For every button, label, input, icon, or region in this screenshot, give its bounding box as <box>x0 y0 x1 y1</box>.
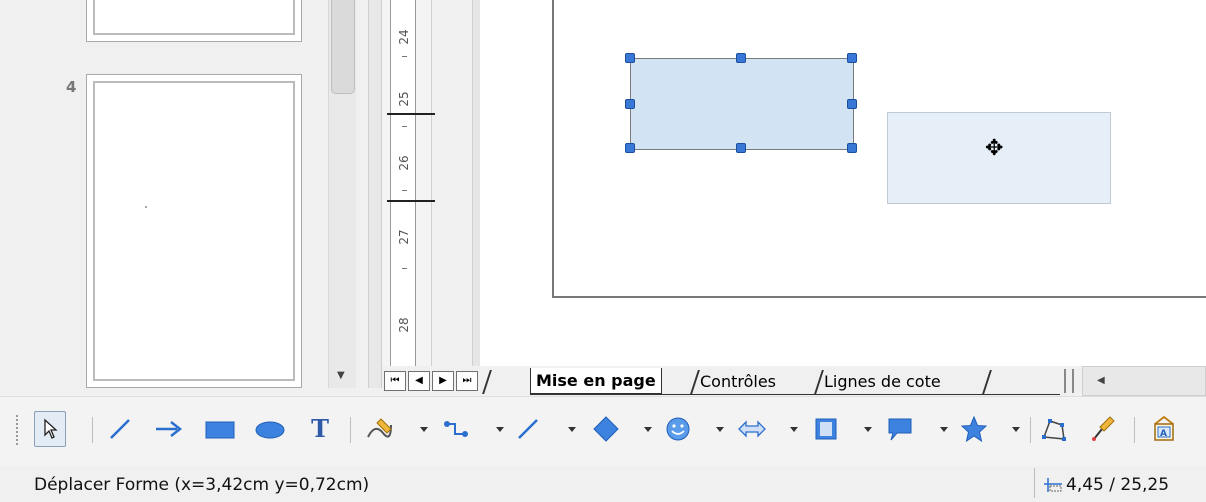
panel-splitter[interactable] <box>368 0 382 388</box>
points-icon[interactable] <box>1038 411 1070 447</box>
fontwork-icon[interactable]: A <box>1148 411 1180 447</box>
flowchart-icon[interactable] <box>810 411 842 447</box>
tab-controles[interactable]: Contrôles <box>700 370 776 394</box>
connector-icon[interactable] <box>440 411 472 447</box>
scrollbar-thumb[interactable] <box>331 0 355 94</box>
lines-arrows-icon[interactable] <box>512 411 544 447</box>
horizontal-scrollbar[interactable]: ◀ <box>1082 366 1206 396</box>
slide-number: 4 <box>66 78 77 96</box>
text-icon[interactable]: T <box>304 411 336 447</box>
vertical-ruler: 24 25 26 27 28 <box>382 0 435 366</box>
ruler-selection-end <box>387 200 435 202</box>
next-tab-icon[interactable]: ▶ <box>432 371 454 391</box>
ruler-label: 24 <box>397 29 411 45</box>
resize-handle[interactable] <box>736 143 746 153</box>
drawing-canvas[interactable]: ✥ <box>480 0 1206 366</box>
toolbar-grip-handle[interactable] <box>16 415 19 445</box>
ellipse-icon[interactable] <box>254 411 286 447</box>
slide-thumbnail-dot <box>145 206 147 208</box>
slide-thumbnail-4[interactable] <box>86 74 302 388</box>
ruler-selection-start <box>387 113 435 115</box>
stars-icon[interactable] <box>958 411 990 447</box>
status-action-text: Déplacer Forme (x=3,42cm y=0,72cm) <box>34 475 370 495</box>
line-icon[interactable] <box>104 411 136 447</box>
resize-handle[interactable] <box>625 53 635 63</box>
resize-handle[interactable] <box>847 99 857 109</box>
ruler-label: 26 <box>397 155 411 171</box>
slide-panel-scrollbar[interactable]: ▼ <box>328 0 356 388</box>
scroll-left-arrow-icon[interactable]: ◀ <box>1097 375 1105 386</box>
svg-text:A: A <box>1160 429 1167 439</box>
slide-panel: 4 ▼ <box>0 0 368 388</box>
resize-handle[interactable] <box>847 53 857 63</box>
resize-handle[interactable] <box>847 143 857 153</box>
size-position-icon <box>1044 477 1062 492</box>
prev-tab-icon[interactable]: ◀ <box>408 371 430 391</box>
resize-handle[interactable] <box>625 99 635 109</box>
ruler-label: 28 <box>397 317 411 333</box>
rectangle-icon[interactable] <box>204 411 236 447</box>
block-arrows-icon[interactable] <box>736 411 768 447</box>
curve-icon[interactable] <box>364 411 396 447</box>
scroll-down-arrow-icon[interactable]: ▼ <box>337 370 345 381</box>
status-size-text: 4,45 / 25,25 <box>1066 475 1170 495</box>
layer-tab-bar: ⏮ ◀ ▶ ⏭ Mise en page Contrôles Lignes de… <box>382 366 1206 396</box>
resize-handle[interactable] <box>736 53 746 63</box>
canvas-divider <box>472 0 480 366</box>
ruler-label: 27 <box>397 229 411 245</box>
glue-points-icon[interactable] <box>1086 411 1118 447</box>
status-bar: Déplacer Forme (x=3,42cm y=0,72cm) 4,45 … <box>0 466 1206 502</box>
resize-handle[interactable] <box>625 143 635 153</box>
selected-rectangle[interactable] <box>630 58 854 150</box>
tab-lignes-de-cote[interactable]: Lignes de cote <box>824 370 941 394</box>
callouts-icon[interactable] <box>884 411 916 447</box>
drawing-toolbar: T A <box>0 396 1206 466</box>
last-tab-icon[interactable]: ⏭ <box>456 371 478 391</box>
tab-mise-en-page[interactable]: Mise en page <box>530 368 662 394</box>
symbol-shapes-icon[interactable] <box>662 411 694 447</box>
basic-shapes-icon[interactable] <box>590 411 622 447</box>
select-icon[interactable] <box>34 411 66 447</box>
tab-bar-splitter[interactable] <box>1064 369 1074 393</box>
arrow-icon[interactable] <box>152 411 184 447</box>
move-cursor-icon: ✥ <box>985 136 1004 161</box>
slide-thumbnail-3[interactable] <box>86 0 302 42</box>
first-tab-icon[interactable]: ⏮ <box>384 371 406 391</box>
